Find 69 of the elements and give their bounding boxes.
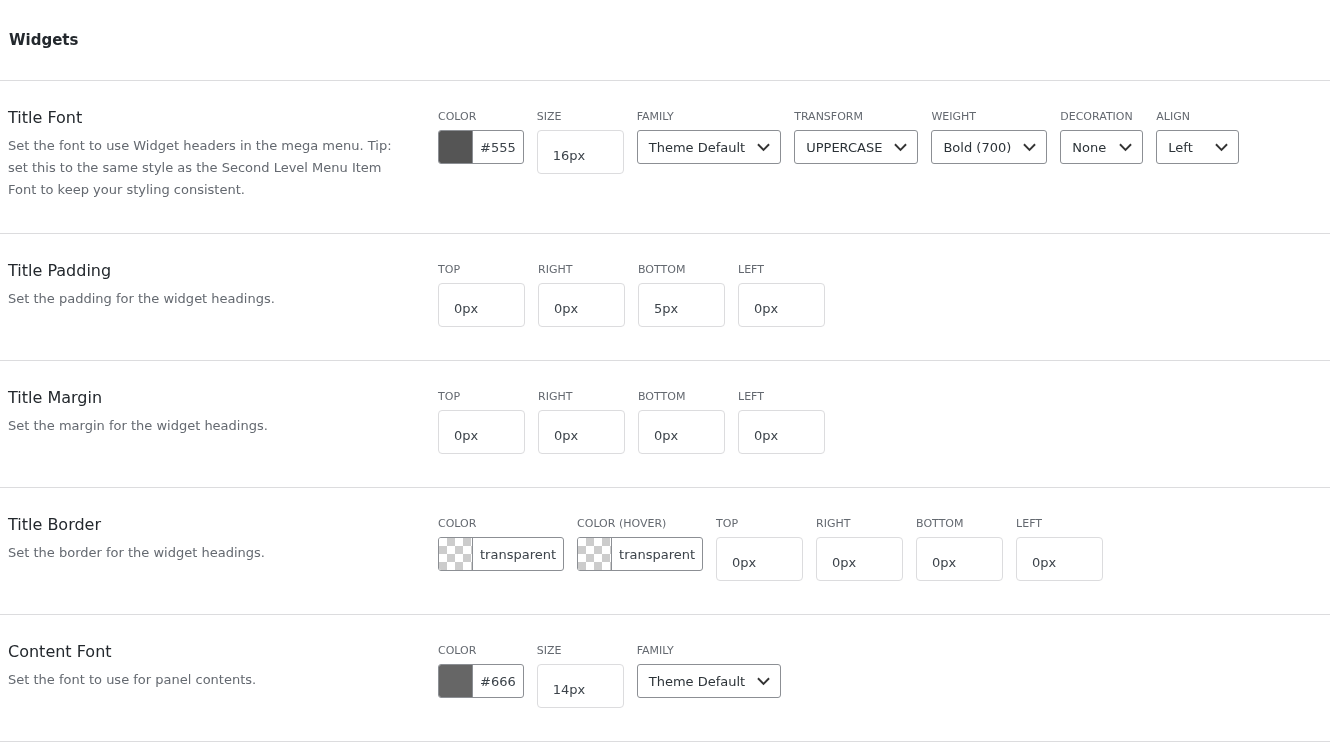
setting-title: Title Margin <box>8 388 104 407</box>
field-label: FAMILY <box>636 109 675 125</box>
color-picker-field[interactable]: #666 <box>438 664 524 698</box>
input-field[interactable]: 0px <box>716 537 804 581</box>
field-label: COLOR <box>438 516 478 532</box>
field-label: SIZE <box>536 109 563 125</box>
setting-title: Title Font <box>8 108 84 127</box>
field-label: TOP <box>716 516 740 532</box>
field-label: COLOR <box>438 109 478 125</box>
input-field[interactable]: 0px <box>1016 537 1104 581</box>
field-label: RIGHT <box>816 516 852 532</box>
input-field[interactable]: 0px <box>438 410 525 454</box>
input-field[interactable]: 0px <box>638 410 725 454</box>
field-label: ALIGN <box>1156 109 1191 125</box>
color-swatch[interactable] <box>439 131 473 163</box>
field-label: FAMILY <box>636 643 675 659</box>
input-field[interactable]: 0px <box>738 283 825 327</box>
field-label: DECORATION <box>1060 109 1134 125</box>
chevron-down-icon <box>1215 142 1229 152</box>
input-field[interactable]: 0px <box>538 283 625 327</box>
input-field[interactable]: 0px <box>916 537 1004 581</box>
dropdown[interactable]: Theme Default <box>636 130 782 164</box>
input-field[interactable]: 0px <box>738 410 825 454</box>
chevron-down-icon <box>757 142 771 152</box>
field-label: COLOR (HOVER) <box>577 516 668 532</box>
dropdown[interactable]: Bold (700) <box>931 130 1048 164</box>
field-label: COLOR <box>438 643 478 659</box>
field-label: RIGHT <box>538 389 574 405</box>
field-label: TRANSFORM <box>794 109 864 125</box>
dropdown[interactable]: UPPERCASE <box>794 130 919 164</box>
field-label: LEFT <box>738 389 765 405</box>
input-field[interactable]: 0px <box>438 283 525 327</box>
chevron-down-icon <box>1023 142 1037 152</box>
transparent-swatch[interactable] <box>439 538 473 570</box>
field-label: LEFT <box>1016 516 1044 532</box>
field-label: SIZE <box>536 643 563 659</box>
dropdown[interactable]: None <box>1060 130 1144 164</box>
field-label: TOP <box>438 389 461 405</box>
field-label: WEIGHT <box>931 109 978 125</box>
input-field[interactable]: 0px <box>538 410 625 454</box>
setting-title: Title Padding <box>8 261 113 280</box>
input-field[interactable]: 16px <box>536 130 624 174</box>
input-field[interactable]: 0px <box>816 537 904 581</box>
field-label: LEFT <box>738 262 765 278</box>
setting-description: Set the font to use for panel contents. <box>8 671 258 689</box>
dropdown[interactable]: Theme Default <box>636 664 782 698</box>
field-label: BOTTOM <box>638 389 687 405</box>
field-label: RIGHT <box>538 262 574 278</box>
dropdown[interactable]: Left <box>1156 130 1240 164</box>
input-field[interactable]: 14px <box>536 664 624 708</box>
chevron-down-icon <box>894 142 908 152</box>
setting-description: Set the padding for the widget headings. <box>8 290 276 308</box>
setting-description: Set the border for the widget headings. <box>8 544 266 562</box>
color-picker-field[interactable]: transparent <box>438 537 565 571</box>
chevron-down-icon <box>1119 142 1133 152</box>
transparent-swatch[interactable] <box>578 538 613 570</box>
color-picker-field[interactable]: #555 <box>438 130 524 164</box>
setting-description: Set the margin for the widget headings. <box>8 417 269 435</box>
chevron-down-icon <box>757 676 771 686</box>
setting-description: Set the font to use Widget headers in the mega menu. Tip: set this to the same style as the Second Level Menu Item Font to keep your styling consistent. <box>8 137 393 199</box>
input-field[interactable]: 5px <box>638 283 725 327</box>
setting-title: Content Font <box>8 642 113 661</box>
color-swatch[interactable] <box>439 665 473 697</box>
page-title: Widgets <box>9 31 79 49</box>
field-label: TOP <box>438 262 461 278</box>
field-label: BOTTOM <box>916 516 965 532</box>
color-picker-field[interactable]: transparent <box>577 537 704 571</box>
field-label: BOTTOM <box>638 262 687 278</box>
setting-title: Title Border <box>8 515 102 534</box>
